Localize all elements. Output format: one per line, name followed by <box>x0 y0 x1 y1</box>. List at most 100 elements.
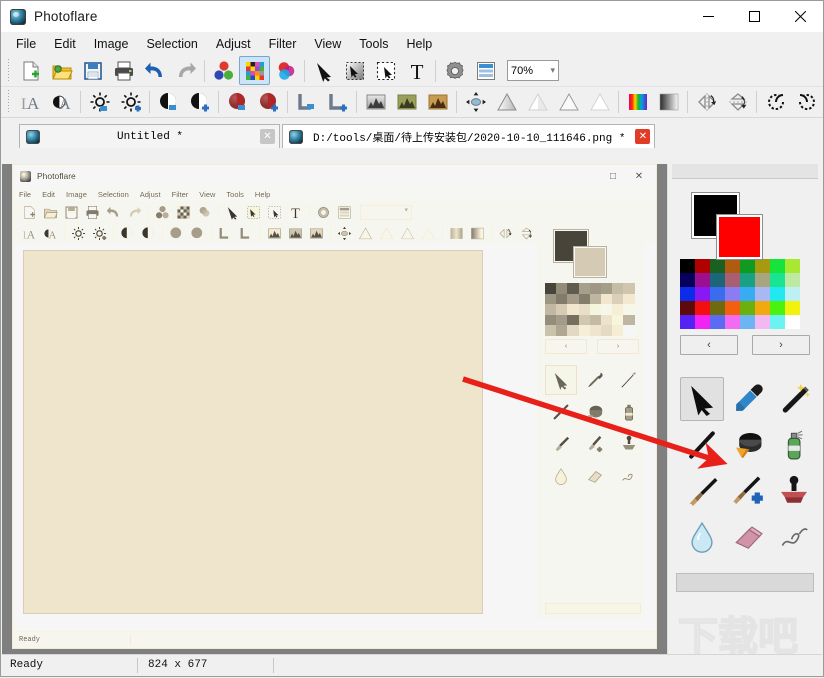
antialias-icon[interactable]: LA <box>15 88 46 117</box>
palette-swatch-0-4[interactable] <box>740 259 755 273</box>
screenshot-palette-swatch-4-3[interactable] <box>578 325 590 336</box>
screenshot-palette-swatch-4-6[interactable] <box>612 325 624 336</box>
screenshot-palette-swatch-0-5[interactable] <box>600 283 613 294</box>
screenshot-palette-swatch-1-5[interactable] <box>600 293 613 304</box>
palette-swatch-2-2[interactable] <box>710 287 725 301</box>
tab-screenshot-png-close-icon[interactable]: ✕ <box>635 129 651 144</box>
palette-swatch-4-4[interactable] <box>740 315 755 329</box>
palette-swatch-4-0[interactable] <box>680 315 695 329</box>
screenshot-palette-swatch-3-0[interactable] <box>545 314 557 325</box>
screenshot-palette-swatch-2-0[interactable] <box>545 304 557 315</box>
stamp-tool-icon[interactable] <box>772 469 816 513</box>
rgb-overlap-icon[interactable] <box>270 56 301 85</box>
screenshot-palette-swatch-0-7[interactable] <box>623 283 635 294</box>
palette-swatch-0-6[interactable] <box>770 259 785 273</box>
palette-swatch-0-2[interactable] <box>710 259 725 273</box>
open-folder-icon[interactable] <box>46 56 77 85</box>
rainbow-gradient-icon[interactable] <box>622 88 653 117</box>
pointer-tool-icon[interactable] <box>680 377 724 421</box>
menu-image[interactable]: Image <box>85 34 138 54</box>
line-tool-icon[interactable] <box>680 423 724 467</box>
palette-swatch-2-0[interactable] <box>680 287 695 301</box>
eraser-tool-icon[interactable] <box>726 515 770 559</box>
paintbrush-tool-icon[interactable] <box>680 469 724 513</box>
brightness-icon[interactable] <box>84 88 115 117</box>
menu-file[interactable]: File <box>7 34 45 54</box>
blur-cone-icon[interactable] <box>491 88 522 117</box>
palette-swatch-1-6[interactable] <box>770 273 785 287</box>
levels-icon[interactable] <box>291 88 322 117</box>
paintbrush-advanced-tool-icon[interactable] <box>726 469 770 513</box>
screenshot-palette-swatch-1-6[interactable] <box>612 293 624 304</box>
color-picker-tool-icon[interactable] <box>726 377 770 421</box>
screenshot-palette-swatch-4-5[interactable] <box>600 325 613 336</box>
tab-untitled-close-icon[interactable]: ✕ <box>260 129 275 144</box>
antialias-contrast-icon[interactable]: A <box>46 88 77 117</box>
palette-swatch-0-5[interactable] <box>755 259 770 273</box>
screenshot-palette-swatch-2-4[interactable] <box>589 304 601 315</box>
contrast-icon[interactable] <box>153 88 184 117</box>
screenshot-palette-swatch-2-7[interactable] <box>623 304 635 315</box>
flip-horizontal-icon[interactable] <box>691 88 722 117</box>
screenshot-palette-swatch-1-2[interactable] <box>567 293 579 304</box>
side-panel-scrollbar[interactable] <box>676 573 814 592</box>
palette-swatch-0-0[interactable] <box>680 259 695 273</box>
blur-drop-tool-icon[interactable] <box>680 515 724 559</box>
screenshot-palette-swatch-4-1[interactable] <box>556 325 568 336</box>
checker-palette-icon[interactable] <box>239 56 270 85</box>
screenshot-palette-swatch-2-5[interactable] <box>600 304 613 315</box>
palette-swatch-3-4[interactable] <box>740 301 755 315</box>
palette-swatch-0-1[interactable] <box>695 259 710 273</box>
palette-swatch-2-3[interactable] <box>725 287 740 301</box>
screenshot-palette-swatch-0-4[interactable] <box>589 283 601 294</box>
screenshot-palette-swatch-3-5[interactable] <box>600 314 613 325</box>
rotate-left-icon[interactable] <box>760 88 791 117</box>
screenshot-palette-swatch-1-3[interactable] <box>578 293 590 304</box>
toolbar-grip[interactable] <box>6 58 13 83</box>
screenshot-palette-swatch-4-7[interactable] <box>623 325 635 336</box>
palette-swatch-2-6[interactable] <box>770 287 785 301</box>
palette-swatch-3-3[interactable] <box>725 301 740 315</box>
minimize-button[interactable] <box>685 1 731 32</box>
palette-prev-button[interactable]: ‹ <box>680 335 738 355</box>
screenshot-palette-swatch-0-2[interactable] <box>567 283 579 294</box>
screenshot-palette-swatch-1-0[interactable] <box>545 293 557 304</box>
palette-swatch-3-7[interactable] <box>785 301 800 315</box>
screenshot-palette-swatch-1-4[interactable] <box>589 293 601 304</box>
palette-swatch-1-1[interactable] <box>695 273 710 287</box>
histogram-sepia-icon[interactable] <box>422 88 453 117</box>
close-button[interactable] <box>777 1 823 32</box>
menu-tools[interactable]: Tools <box>350 34 397 54</box>
screenshot-palette-swatch-2-1[interactable] <box>556 304 568 315</box>
palette-next-button[interactable]: › <box>752 335 810 355</box>
brightness-plus-icon[interactable] <box>115 88 146 117</box>
paint-bucket-tool-icon[interactable] <box>726 423 770 467</box>
palette-swatch-4-7[interactable] <box>785 315 800 329</box>
free-select-icon[interactable] <box>370 56 401 85</box>
palette-swatch-2-4[interactable] <box>740 287 755 301</box>
gaussian-cone-icon[interactable] <box>553 88 584 117</box>
screenshot-palette-swatch-0-6[interactable] <box>612 283 624 294</box>
color-circles-icon[interactable] <box>208 56 239 85</box>
palette-swatch-0-7[interactable] <box>785 259 800 273</box>
screenshot-palette-swatch-2-2[interactable] <box>567 304 579 315</box>
menu-view[interactable]: View <box>305 34 350 54</box>
screenshot-palette-swatch-3-6[interactable] <box>612 314 624 325</box>
layers-icon[interactable] <box>470 56 501 85</box>
magic-wand-tool-icon[interactable] <box>772 377 816 421</box>
spray-can-tool-icon[interactable] <box>772 423 816 467</box>
screenshot-palette-swatch-2-3[interactable] <box>578 304 590 315</box>
text-tool-icon[interactable]: T <box>401 56 432 85</box>
palette-swatch-2-5[interactable] <box>755 287 770 301</box>
screenshot-palette-swatch-1-7[interactable] <box>623 293 635 304</box>
palette-swatch-0-3[interactable] <box>725 259 740 273</box>
palette-swatch-1-4[interactable] <box>740 273 755 287</box>
print-icon[interactable] <box>108 56 139 85</box>
palette-swatch-1-2[interactable] <box>710 273 725 287</box>
saturation-plus-icon[interactable] <box>253 88 284 117</box>
histogram-gray-icon[interactable] <box>360 88 391 117</box>
histogram-green-icon[interactable] <box>391 88 422 117</box>
pointer-arrow-icon[interactable] <box>308 56 339 85</box>
menu-selection[interactable]: Selection <box>137 34 206 54</box>
flip-vertical-icon[interactable] <box>722 88 753 117</box>
